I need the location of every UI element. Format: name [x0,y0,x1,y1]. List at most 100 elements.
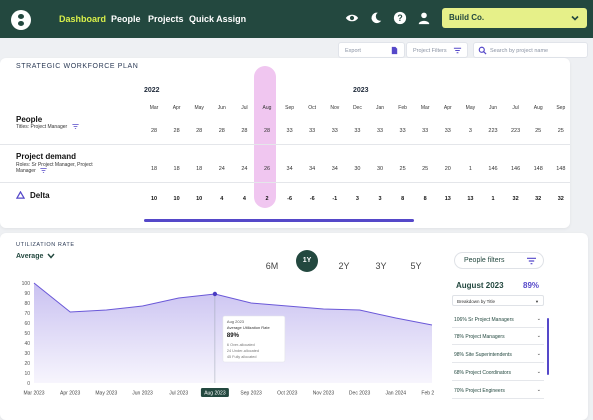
people-cell: 223 [511,128,521,134]
row-divider [0,182,570,183]
y-tick-label: 10 [24,371,30,377]
project-search-input[interactable]: Search by project name [473,42,588,58]
tooltip-detail: 24 Under-allocated [227,349,259,353]
chevron-down-icon: ⌄ [536,387,541,393]
delta-cell: 8 [401,196,405,202]
range-5y[interactable]: 5Y [404,261,428,271]
eye-icon[interactable] [345,11,359,25]
title-breakdown-item[interactable]: 70% Project Engineers ⌄ [452,382,544,399]
x-tick-label: Aug 2023 [204,391,226,397]
filter-percent: 89% [523,281,540,290]
chevron-down-icon: ▼ [535,299,539,304]
delta-cell: 32 [512,196,519,202]
x-tick-label: Mar 2023 [23,391,44,397]
project-filters-button[interactable]: Project Filters [406,42,468,58]
utilization-chart[interactable]: 0102030405060708090100Aug 2023Average Ut… [14,277,434,407]
x-tick-label: Sep 2023 [240,391,262,397]
title-breakdown-label: 106% Sr Project Managers [454,317,514,323]
month-header: Jul [241,105,248,111]
month-header: Sep [285,105,295,111]
chevron-down-icon: ⌄ [536,316,541,322]
horizontal-scrollbar[interactable] [144,219,414,222]
demand-cell: 1 [468,166,472,172]
people-cell: 33 [376,128,384,134]
y-tick-label: 0 [27,381,30,387]
x-tick-label: Jul 2023 [169,391,188,397]
delta-cell: -1 [332,196,338,202]
people-row-label: People [16,115,43,124]
filter-icon[interactable] [40,168,47,173]
average-dropdown[interactable]: Average [16,253,55,260]
people-cell: 33 [331,128,338,134]
title-breakdown-item[interactable]: 98% Site Superintendents ⌄ [452,346,544,363]
title-breakdown-item[interactable]: 78% Project Managers ⌄ [452,328,544,345]
nav-projects[interactable]: Projects [148,14,184,24]
people-cell: 28 [150,128,158,134]
month-header: Apr [443,105,452,111]
chevron-down-icon [47,253,55,259]
range-2y[interactable]: 2Y [332,261,356,271]
year-label: 2023 [353,87,369,94]
y-tick-label: 20 [24,361,30,367]
people-cell: 33 [444,128,451,134]
month-header: Aug [533,105,543,111]
nav-people[interactable]: People [111,14,141,24]
filter-icon[interactable] [72,124,79,129]
title-breakdown-label: 98% Site Superintendents [454,352,512,358]
delta-cell: 32 [557,196,564,202]
title-breakdown-label: 68% Project Coordinators [454,370,511,376]
search-icon [478,46,487,55]
y-tick-label: 100 [22,281,31,287]
x-tick-label: Jan 2024 [386,391,407,397]
people-cell: 223 [488,128,498,134]
range-3y[interactable]: 3Y [369,261,393,271]
title-breakdown-item[interactable]: 106% Sr Project Managers ⌄ [452,311,544,328]
delta-cell: 4 [220,196,224,202]
export-label: Export [345,48,361,54]
people-filters-label: People filters [464,257,505,264]
x-tick-label: May 2023 [95,391,117,397]
y-tick-label: 40 [24,341,30,347]
month-header: Jun [217,105,226,111]
delta-cell: 8 [423,196,427,202]
delta-cell: 13 [467,196,474,202]
demand-cell: 18 [196,166,203,172]
delta-cell: -6 [287,196,293,202]
demand-cell: 25 [422,166,429,172]
range-6m[interactable]: 6M [260,261,284,271]
svg-text:?: ? [397,13,402,23]
highlighted-month-column[interactable] [254,66,276,208]
filters-scrollbar[interactable] [547,318,549,375]
average-label: Average [16,253,44,260]
demand-row-filter[interactable]: Roles: Sr Project Manager, Project Manag… [16,162,108,174]
demand-row-subtitle: Roles: Sr Project Manager, Project Manag… [16,162,93,174]
people-cell: 28 [241,128,248,134]
export-button[interactable]: Export [338,42,405,58]
demand-cell: 24 [218,166,225,172]
tooltip-detail: 45 Fully allocated [227,355,257,359]
chevron-down-icon: ⌄ [536,333,541,339]
people-row-filter[interactable]: Titles: Project Manager [16,124,79,130]
app-logo-icon[interactable] [11,10,31,30]
y-tick-label: 80 [24,301,30,307]
title-breakdown-item[interactable]: 68% Project Coordinators ⌄ [452,364,544,381]
people-filters-button[interactable]: People filters [454,252,544,269]
range-1y[interactable]: 1Y [296,250,318,272]
breakdown-select[interactable]: Breakdown by Title ▼ [452,295,544,306]
people-cell: 33 [354,128,361,134]
month-header: Nov [330,105,340,111]
title-breakdown-label: 70% Project Engineers [454,388,505,394]
month-header: Apr [172,105,181,111]
y-tick-label: 30 [24,351,30,357]
y-tick-label: 60 [24,321,30,327]
company-selector[interactable]: Build Co. [442,8,587,28]
delta-cell: 10 [196,196,203,202]
chevron-down-icon [571,15,579,21]
nav-dashboard[interactable]: Dashboard [59,14,106,24]
filter-month: August 2023 [456,281,504,290]
help-icon[interactable]: ? [393,11,407,25]
moon-icon[interactable] [369,11,383,25]
nav-quick-assign[interactable]: Quick Assign [189,14,246,24]
user-icon[interactable] [417,11,431,25]
delta-cell: 3 [355,196,359,202]
